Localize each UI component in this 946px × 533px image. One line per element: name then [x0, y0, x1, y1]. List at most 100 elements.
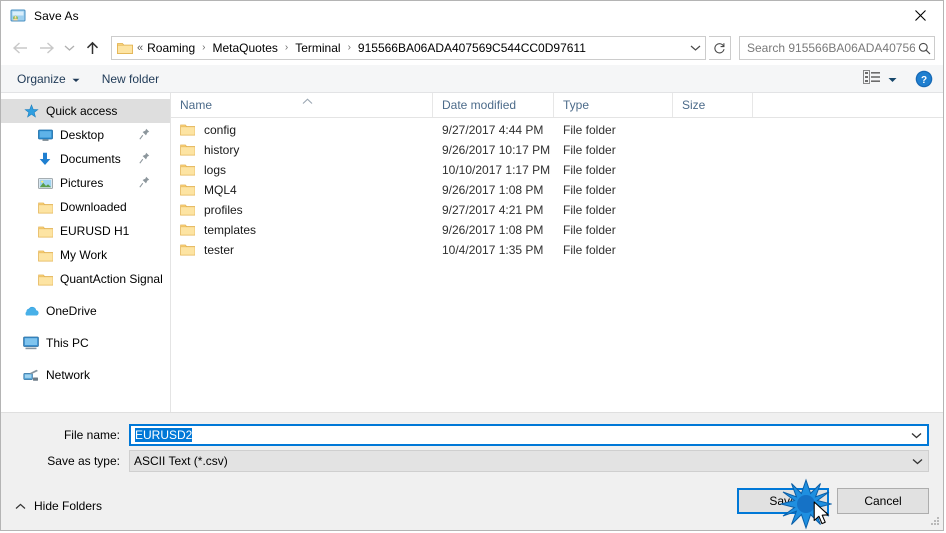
- file-name-input[interactable]: EURUSD2: [129, 424, 929, 446]
- chevron-down-icon[interactable]: [685, 37, 705, 59]
- sidebar-item-quantaction-signal[interactable]: QuantAction Signal: [1, 267, 170, 291]
- column-header-name[interactable]: Name: [171, 93, 433, 117]
- table-row[interactable]: profiles 9/27/2017 4:21 PM File folder: [171, 200, 943, 220]
- breadcrumb-item-terminal-id[interactable]: 915566BA06ADA407569C544CC0D97611: [356, 41, 588, 55]
- pictures-icon: [37, 175, 53, 191]
- command-bar-right: ?: [863, 65, 933, 92]
- file-name-label: config: [204, 123, 237, 137]
- save-as-type-label: Save as type:: [47, 454, 120, 468]
- organize-button[interactable]: Organize: [17, 65, 80, 92]
- table-row[interactable]: tester 10/4/2017 1:35 PM File folder: [171, 240, 943, 260]
- file-name-label: templates: [204, 223, 257, 237]
- file-name-row: File name: EURUSD2: [1, 424, 929, 446]
- sidebar-label: Quick access: [46, 104, 118, 118]
- breadcrumb-item-terminal[interactable]: Terminal: [293, 41, 342, 55]
- file-type-cell: File folder: [563, 243, 616, 257]
- chevron-down-icon[interactable]: [905, 432, 927, 439]
- documents-icon: [37, 151, 53, 167]
- file-name-label: MQL4: [204, 183, 237, 197]
- column-header-size[interactable]: Size: [673, 93, 753, 117]
- sidebar-item-onedrive[interactable]: OneDrive: [1, 299, 170, 323]
- sidebar-item-eurusd-h1[interactable]: EURUSD H1: [1, 219, 170, 243]
- hide-folders-button[interactable]: Hide Folders: [15, 499, 102, 513]
- sidebar-item-my-work[interactable]: My Work: [1, 243, 170, 267]
- folder-icon: [37, 247, 53, 263]
- search-input[interactable]: Search 915566BA06ADA40756...: [739, 36, 935, 60]
- close-button[interactable]: [897, 1, 943, 30]
- resize-grip[interactable]: [928, 515, 940, 527]
- file-type-cell: File folder: [563, 203, 616, 217]
- save-as-type-value: ASCII Text (*.csv): [134, 454, 228, 468]
- table-row[interactable]: history 9/26/2017 10:17 PM File folder: [171, 140, 943, 160]
- save-form-footer: File name: EURUSD2 Save as type: ASCII T…: [1, 412, 943, 530]
- file-name-cell: history: [171, 143, 433, 157]
- up-arrow-icon[interactable]: [79, 35, 105, 61]
- file-type-cell: File folder: [563, 163, 616, 177]
- address-bar[interactable]: « Roaming › MetaQuotes › Terminal › 9155…: [111, 36, 706, 60]
- network-icon: [23, 367, 39, 383]
- file-date-cell: 9/26/2017 1:08 PM: [442, 183, 544, 197]
- column-header-type[interactable]: Type: [554, 93, 673, 117]
- breadcrumb-overflow[interactable]: «: [137, 42, 145, 54]
- forward-arrow-icon[interactable]: [33, 35, 59, 61]
- breadcrumb-item-roaming[interactable]: Roaming: [145, 41, 197, 55]
- cancel-button-label: Cancel: [864, 494, 902, 508]
- hide-folders-label: Hide Folders: [34, 499, 103, 513]
- view-options-button[interactable]: [863, 70, 897, 87]
- cancel-button[interactable]: Cancel: [837, 488, 929, 514]
- table-row[interactable]: templates 9/26/2017 1:08 PM File folder: [171, 220, 943, 240]
- save-button[interactable]: Save: [737, 488, 829, 514]
- organize-label: Organize: [17, 71, 66, 86]
- pin-icon[interactable]: [139, 176, 150, 191]
- file-rows: config 9/27/2017 4:44 PM File folder his…: [171, 118, 943, 412]
- view-list-icon: [863, 70, 881, 87]
- column-header-date-label: Date modified: [442, 98, 517, 112]
- file-type-cell: File folder: [563, 143, 616, 157]
- refresh-icon[interactable]: [709, 36, 731, 60]
- new-folder-button[interactable]: New folder: [102, 65, 159, 92]
- file-name-cell: MQL4: [171, 183, 433, 197]
- file-name-cell: tester: [171, 243, 433, 257]
- breadcrumb-separator[interactable]: ›: [280, 43, 293, 53]
- sidebar-item-this-pc[interactable]: This PC: [1, 331, 170, 355]
- save-button-label: Save: [769, 494, 797, 508]
- sidebar-label: EURUSD H1: [60, 224, 130, 238]
- breadcrumb: « Roaming › MetaQuotes › Terminal › 9155…: [137, 41, 685, 55]
- file-name-cell: profiles: [171, 203, 433, 217]
- recent-locations-chevron-icon[interactable]: [59, 35, 79, 61]
- pin-icon[interactable]: [139, 128, 150, 143]
- column-header-date-modified[interactable]: Date modified: [433, 93, 554, 117]
- sidebar-item-network[interactable]: Network: [1, 363, 170, 387]
- search-icon[interactable]: [915, 42, 934, 55]
- file-type-cell: File folder: [563, 223, 616, 237]
- file-name-cell: logs: [171, 163, 433, 177]
- table-row[interactable]: logs 10/10/2017 1:17 PM File folder: [171, 160, 943, 180]
- pin-icon[interactable]: [139, 152, 150, 167]
- chevron-down-icon[interactable]: [906, 458, 928, 465]
- desktop-icon: [37, 127, 53, 143]
- sidebar-item-pictures[interactable]: Pictures: [1, 171, 170, 195]
- sidebar-item-documents[interactable]: Documents: [1, 147, 170, 171]
- breadcrumb-item-metaquotes[interactable]: MetaQuotes: [211, 41, 280, 55]
- window-title: Save As: [34, 9, 79, 23]
- sidebar-item-desktop[interactable]: Desktop: [1, 123, 170, 147]
- sidebar-label: My Work: [60, 248, 108, 262]
- breadcrumb-separator[interactable]: ›: [197, 43, 210, 53]
- file-date-cell: 10/4/2017 1:35 PM: [442, 243, 544, 257]
- table-row[interactable]: MQL4 9/26/2017 1:08 PM File folder: [171, 180, 943, 200]
- sort-ascending-icon: [302, 94, 313, 108]
- back-arrow-icon[interactable]: [7, 35, 33, 61]
- file-name-label: File name:: [63, 428, 120, 442]
- breadcrumb-separator[interactable]: ›: [343, 43, 356, 53]
- table-row[interactable]: config 9/27/2017 4:44 PM File folder: [171, 120, 943, 140]
- folder-icon: [37, 271, 53, 287]
- file-list-pane: Name Date modified Type Size config 9/27…: [171, 93, 943, 412]
- save-as-type-select[interactable]: ASCII Text (*.csv): [129, 450, 929, 472]
- sidebar-item-downloaded[interactable]: Downloaded: [1, 195, 170, 219]
- chevron-down-icon[interactable]: [888, 72, 897, 86]
- folder-icon: [37, 223, 53, 239]
- sidebar-label: QuantAction Signal: [60, 272, 163, 286]
- new-folder-label: New folder: [101, 71, 160, 86]
- help-button[interactable]: ?: [915, 70, 933, 88]
- sidebar-item-quick-access[interactable]: Quick access: [1, 99, 170, 123]
